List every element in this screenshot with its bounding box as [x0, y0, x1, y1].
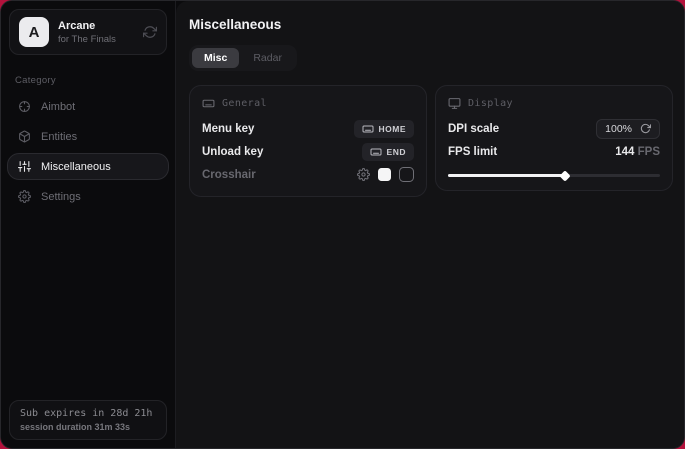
sidebar-item-miscellaneous[interactable]: Miscellaneous	[7, 153, 169, 180]
sidebar-item-entities[interactable]: Entities	[7, 123, 169, 150]
general-card: General Menu key HOME	[189, 85, 427, 197]
unload-key-label: Unload key	[202, 146, 263, 158]
cycle-icon	[640, 123, 651, 134]
unload-key-value: END	[387, 147, 406, 157]
crosshair-controls	[357, 167, 414, 182]
fps-limit-value: 144 FPS	[615, 146, 660, 158]
sidebar-item-label: Settings	[41, 191, 81, 203]
display-card-title: Display	[468, 98, 513, 109]
slider-fill	[448, 174, 565, 177]
main-panel: Miscellaneous Misc Radar General	[176, 1, 685, 448]
general-card-header: General	[202, 97, 414, 110]
fps-limit-slider[interactable]	[448, 170, 660, 180]
refresh-icon[interactable]	[143, 25, 157, 39]
cards-row: General Menu key HOME	[189, 85, 673, 197]
brand-text: Arcane for The Finals	[58, 20, 116, 45]
app-logo: A	[19, 17, 49, 47]
sub-expires-text: Sub expires in 28d 21h	[20, 408, 156, 419]
app-window: A Arcane for The Finals Category	[0, 0, 685, 449]
dpi-scale-value: 100%	[605, 123, 632, 135]
crosshair-label: Crosshair	[202, 169, 256, 181]
keyboard-icon	[202, 97, 215, 110]
sidebar-nav: Aimbot Entities	[1, 93, 175, 210]
display-card: Display DPI scale 100%	[435, 85, 673, 191]
session-duration-text: session duration 31m 33s	[20, 422, 156, 432]
keyboard-icon	[370, 146, 382, 158]
tab-bar: Misc Radar	[189, 45, 297, 71]
tab-misc[interactable]: Misc	[192, 48, 239, 68]
page-title: Miscellaneous	[189, 17, 673, 32]
general-card-title: General	[222, 98, 267, 109]
menu-key-row: Menu key HOME	[202, 117, 414, 140]
unload-key-bind-button[interactable]: END	[362, 143, 414, 161]
menu-key-value: HOME	[379, 124, 407, 134]
sidebar-item-aimbot[interactable]: Aimbot	[7, 93, 169, 120]
sidebar: A Arcane for The Finals Category	[1, 1, 176, 448]
crosshair-checkbox[interactable]	[399, 167, 414, 182]
sidebar-item-label: Entities	[41, 131, 77, 143]
dpi-scale-label: DPI scale	[448, 123, 499, 135]
app-subtitle: for The Finals	[58, 34, 116, 45]
fps-limit-row: FPS limit 144 FPS	[448, 140, 660, 163]
sliders-icon	[18, 160, 31, 173]
dpi-scale-row: DPI scale 100%	[448, 117, 660, 140]
menu-key-bind-button[interactable]: HOME	[354, 120, 415, 138]
crosshair-color-swatch[interactable]	[378, 168, 391, 181]
box-icon	[18, 130, 31, 143]
sidebar-item-label: Miscellaneous	[41, 161, 111, 173]
brand-card: A Arcane for The Finals	[9, 9, 167, 55]
display-card-header: Display	[448, 97, 660, 110]
menu-key-label: Menu key	[202, 123, 254, 135]
crosshair-settings-gear-icon[interactable]	[357, 168, 370, 181]
crosshair-row: Crosshair	[202, 163, 414, 186]
monitor-icon	[448, 97, 461, 110]
fps-limit-label: FPS limit	[448, 146, 497, 158]
sidebar-item-settings[interactable]: Settings	[7, 183, 169, 210]
dpi-scale-button[interactable]: 100%	[596, 119, 660, 139]
category-label: Category	[15, 75, 161, 86]
crosshair-icon	[18, 100, 31, 113]
tab-radar[interactable]: Radar	[241, 48, 294, 68]
keyboard-icon	[362, 123, 374, 135]
app-title: Arcane	[58, 20, 116, 32]
slider-thumb[interactable]	[559, 170, 570, 181]
gear-icon	[18, 190, 31, 203]
unload-key-row: Unload key END	[202, 140, 414, 163]
sidebar-item-label: Aimbot	[41, 101, 75, 113]
subscription-info-box: Sub expires in 28d 21h session duration …	[9, 400, 167, 440]
